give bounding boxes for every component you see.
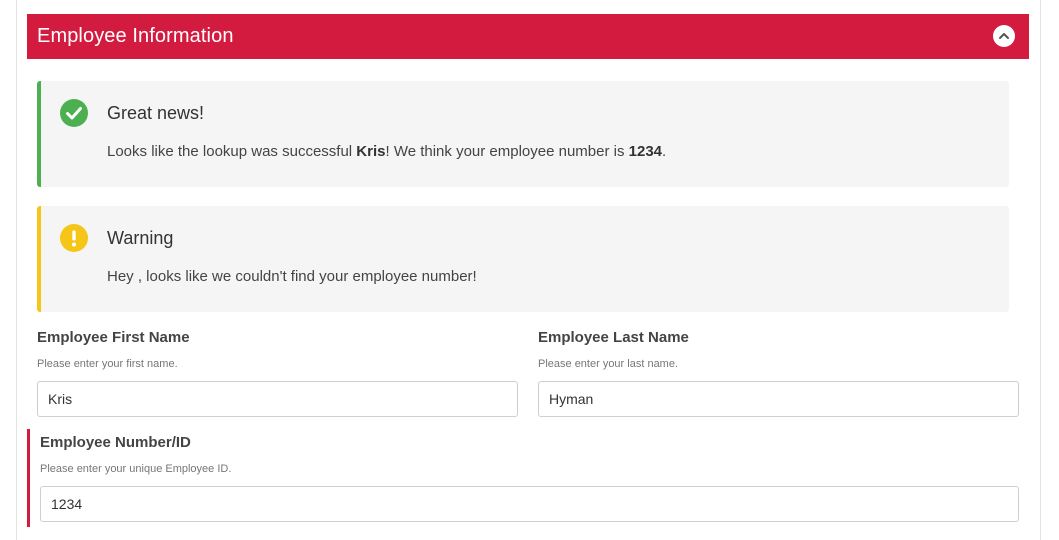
warning-alert: Warning Hey , looks like we couldn't fin… [37,206,1009,312]
panel-border-left [16,0,17,540]
employee-id-error-indicator [27,429,30,527]
section-title: Employee Information [37,25,234,47]
employee-name-highlight: Kris [356,143,386,160]
first-name-help: Please enter your first name. [37,358,178,370]
success-alert: Great news! Looks like the lookup was su… [37,81,1009,187]
last-name-input[interactable] [538,381,1019,417]
success-msg-middle: ! We think your employee number is [385,143,629,160]
collapse-button[interactable] [993,25,1015,47]
employee-id-label: Employee Number/ID [40,434,191,451]
first-name-input[interactable] [37,381,518,417]
panel-border-right [1040,0,1041,540]
employee-id-input[interactable] [40,486,1019,522]
employee-number-highlight: 1234 [628,143,663,160]
employee-id-help: Please enter your unique Employee ID. [40,463,232,475]
success-msg-suffix: . [662,143,667,160]
success-alert-message: Looks like the lookup was successful Kri… [107,143,666,160]
success-msg-prefix: Looks like the lookup was successful [107,143,357,160]
warning-alert-title: Warning [107,228,174,248]
check-circle-icon [60,99,88,127]
success-alert-title: Great news! [107,103,205,123]
first-name-label: Employee First Name [37,329,190,346]
last-name-help: Please enter your last name. [538,358,679,370]
last-name-label: Employee Last Name [538,329,689,346]
exclamation-circle-icon [60,224,88,252]
warning-alert-message: Hey , looks like we couldn't find your e… [107,268,477,285]
section-header[interactable]: Employee Information [27,14,1029,59]
chevron-up-icon [999,33,1009,39]
